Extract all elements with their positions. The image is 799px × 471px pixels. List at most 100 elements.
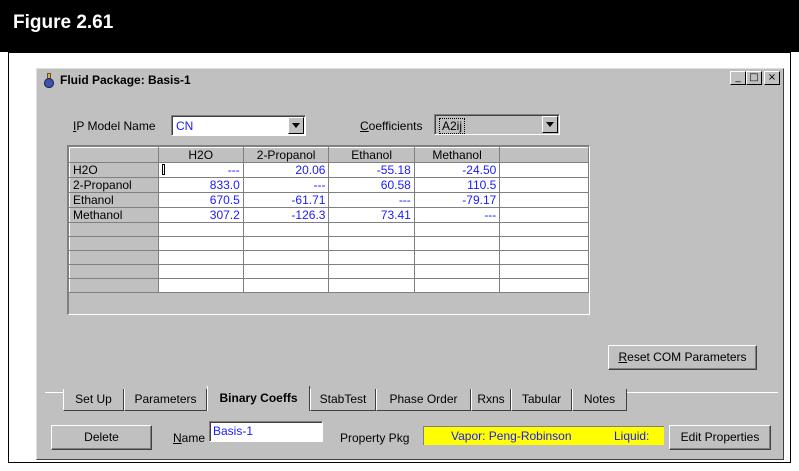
table-cell[interactable]: -55.18 xyxy=(328,162,415,178)
table-cell[interactable] xyxy=(328,236,415,251)
table-cell[interactable]: -79.17 xyxy=(414,192,501,208)
row-header[interactable]: 2-Propanol xyxy=(69,177,159,193)
table-cell[interactable]: --- xyxy=(328,192,415,208)
fluid-package-window: Fluid Package: Basis-1 _ □ × IP Model Na… xyxy=(36,68,784,460)
ip-model-name-value: CN xyxy=(176,119,194,133)
table-cell[interactable] xyxy=(158,236,244,251)
tab-binary-coeffs[interactable]: Binary Coeffs xyxy=(207,386,310,411)
property-pkg-label: Property Pkg xyxy=(340,431,410,445)
row-header[interactable] xyxy=(69,250,159,265)
figure-header: Figure 2.61 xyxy=(0,0,799,52)
table-cell xyxy=(499,192,589,208)
table-cell[interactable]: 73.41 xyxy=(328,207,415,223)
row-header[interactable] xyxy=(69,236,159,251)
row-header[interactable]: Ethanol xyxy=(69,192,159,208)
table-cell[interactable]: 110.5 xyxy=(414,177,501,193)
maximize-button[interactable]: □ xyxy=(746,71,762,85)
table-cell[interactable] xyxy=(243,250,330,265)
table-cell[interactable]: 670.5 xyxy=(158,192,244,208)
row-header[interactable] xyxy=(69,278,159,293)
tab-stabtest[interactable]: StabTest xyxy=(310,389,376,411)
ip-model-name-label: IP Model Name xyxy=(73,119,156,133)
table-cell xyxy=(499,177,589,193)
table-cell[interactable] xyxy=(414,278,501,293)
table-cell[interactable]: 307.2 xyxy=(158,207,244,223)
row-header[interactable] xyxy=(69,264,159,279)
delete-button[interactable]: Delete xyxy=(51,425,152,450)
column-header[interactable]: Ethanol xyxy=(328,147,415,163)
table-cell[interactable] xyxy=(328,222,415,237)
column-header[interactable]: 2-Propanol xyxy=(242,147,330,163)
tab-notes[interactable]: Notes xyxy=(572,389,627,411)
table-cell[interactable] xyxy=(414,236,501,251)
name-field[interactable]: Basis-1 xyxy=(209,421,323,442)
table-row xyxy=(69,264,589,279)
table-cell xyxy=(499,222,589,237)
row-header[interactable]: Methanol xyxy=(69,207,159,223)
binary-coeffs-grid: H2O 2-Propanol Ethanol Methanol H2O --- 20… xyxy=(67,145,590,315)
row-header[interactable]: H2O xyxy=(69,162,159,178)
property-pkg-display: Vapor: Peng-Robinson Liquid: xyxy=(423,426,664,445)
table-cell[interactable] xyxy=(328,278,415,293)
cell-cursor xyxy=(161,164,165,175)
minimize-button[interactable]: _ xyxy=(730,71,746,85)
window-controls: _ □ × xyxy=(730,71,780,85)
table-row xyxy=(69,236,589,251)
table-cell xyxy=(499,250,589,265)
table-cell[interactable] xyxy=(414,222,501,237)
chevron-down-icon[interactable] xyxy=(288,117,304,134)
table-cell[interactable]: 833.0 xyxy=(158,177,244,193)
coefficients-dropdown[interactable]: A2ij xyxy=(434,114,560,135)
column-header[interactable]: Methanol xyxy=(413,147,501,163)
coefficients-label: Coefficients xyxy=(360,119,423,133)
ip-model-name-dropdown[interactable]: CN xyxy=(171,115,306,136)
table-cell[interactable] xyxy=(243,222,330,237)
table-cell xyxy=(499,207,589,223)
table-row: Ethanol 670.5 -61.71 --- -79.17 xyxy=(69,192,589,208)
table-cell[interactable]: --- xyxy=(158,162,244,178)
table-cell[interactable]: -61.71 xyxy=(243,192,330,208)
coeff-table: H2O 2-Propanol Ethanol Methanol H2O --- 20… xyxy=(69,147,589,293)
table-cell[interactable] xyxy=(328,264,415,279)
table-cell[interactable] xyxy=(243,264,330,279)
table-cell[interactable] xyxy=(243,236,330,251)
cell-value: --- xyxy=(227,163,240,177)
chevron-down-icon[interactable] xyxy=(542,116,558,133)
table-row xyxy=(69,250,589,265)
table-cell[interactable] xyxy=(414,250,501,265)
table-cell[interactable] xyxy=(158,264,244,279)
table-row xyxy=(69,222,589,237)
tab-tabular[interactable]: Tabular xyxy=(511,389,572,411)
table-row: Methanol 307.2 -126.3 73.41 --- xyxy=(69,207,589,223)
reset-com-parameters-button[interactable]: Reset COM Parameters xyxy=(608,345,757,370)
table-cell[interactable]: 60.58 xyxy=(328,177,415,193)
window-title: Fluid Package: Basis-1 xyxy=(60,73,191,87)
table-cell[interactable]: -24.50 xyxy=(414,162,501,178)
title-bar[interactable]: Fluid Package: Basis-1 _ □ × xyxy=(39,71,781,89)
edit-properties-button[interactable]: Edit Properties xyxy=(669,425,771,450)
column-header xyxy=(499,147,589,163)
table-cell[interactable] xyxy=(243,278,330,293)
table-cell[interactable] xyxy=(414,264,501,279)
table-cell[interactable]: --- xyxy=(243,177,330,193)
close-button[interactable]: × xyxy=(764,71,780,85)
table-cell[interactable]: -126.3 xyxy=(243,207,330,223)
tab-rxns[interactable]: Rxns xyxy=(471,389,511,411)
row-header[interactable] xyxy=(69,222,159,237)
table-cell[interactable] xyxy=(328,250,415,265)
table-row xyxy=(69,278,589,293)
figure-title: Figure 2.61 xyxy=(13,12,114,33)
liquid-model-text: Liquid: xyxy=(614,429,650,443)
table-cell[interactable]: --- xyxy=(414,207,501,223)
vapor-model-text: Vapor: Peng-Robinson xyxy=(451,429,572,443)
table-row: H2O --- 20.06 -55.18 -24.50 xyxy=(69,162,589,178)
tab-parameters[interactable]: Parameters xyxy=(124,389,207,411)
name-label: Name xyxy=(173,431,206,445)
table-cell[interactable]: 20.06 xyxy=(243,162,330,178)
tab-set-up[interactable]: Set Up xyxy=(63,389,124,411)
column-header[interactable]: H2O xyxy=(157,147,244,163)
table-cell[interactable] xyxy=(158,222,244,237)
table-cell[interactable] xyxy=(158,278,244,293)
tab-phase-order[interactable]: Phase Order xyxy=(376,389,471,411)
table-cell[interactable] xyxy=(158,250,244,265)
